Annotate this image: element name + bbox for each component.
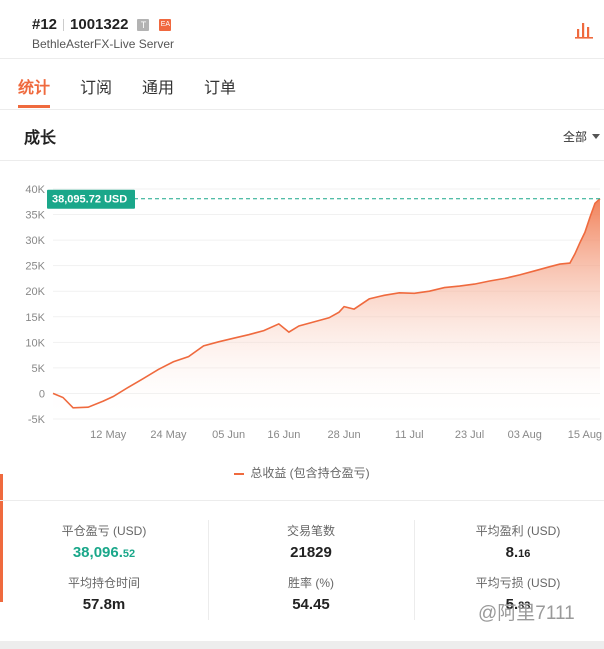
growth-chart: -5K 0 5K 10K 15K 20K 25K 30K 35K 40K 12 May 24 May… [25,184,602,441]
stat-label: 平仓盈亏 (USD) [61,524,147,538]
stat-label: 平均亏损 (USD) [475,576,561,590]
stat-value: 38,096.52 [72,544,136,561]
growth-area [53,198,600,419]
y-tick-label: -5K [28,414,46,426]
bar-chart-icon[interactable] [574,20,594,40]
stat-value: 8.16 [505,544,531,561]
range-dropdown[interactable]: 全部 [563,128,600,145]
legend-label: 总收益 (包含持仓盈亏) [250,466,370,480]
y-tick-label: 30K [25,235,45,247]
x-tick-label: 03 Aug [508,429,542,441]
x-tick-label: 24 May [150,429,187,441]
x-tick-label: 23 Jul [455,429,484,441]
stat-value: 54.45 [292,596,330,613]
account-header: #12 1001322 T EA BethleAsterFX-Live Serv… [0,0,604,59]
tab-bar: 统计 订阅 通用 订单 [0,58,604,110]
y-tick-label: 5K [32,363,46,375]
stats-divider [0,500,604,501]
left-accent-bar [0,474,3,602]
last-value-label: 38,095.72 USD [47,189,135,209]
caret-down-icon [592,134,600,139]
stat-label: 交易笔数 [286,524,335,538]
stat-label: 平均持仓时间 [67,576,140,590]
x-tick-label: 11 Jul [395,429,424,441]
range-label: 全部 [562,130,587,144]
column-divider [414,520,415,620]
x-tick-label: 05 Jun [212,429,245,441]
active-tab-indicator [18,105,50,108]
y-tick-label: 40K [25,184,45,196]
stat-avg-hold-time: 平均持仓时间 57.8m [4,574,204,613]
y-tick-label: 35K [25,210,45,222]
type-badge: T [137,18,150,31]
y-tick-label: 10K [25,337,45,349]
y-tick-label: 0 [39,388,45,400]
account-title-row: #12 1001322 T EA [32,16,172,33]
tab-general[interactable]: 通用 [142,74,174,98]
tab-subscribe[interactable]: 订阅 [80,74,112,98]
last-value-text: 38,095.72 USD [52,194,127,206]
tab-orders[interactable]: 订单 [204,74,236,98]
stat-closed-pnl: 平仓盈亏 (USD) 38,096.52 [4,522,204,561]
x-tick-label: 16 Jun [267,429,300,441]
y-tick-label: 25K [25,261,45,273]
stat-value: 21829 [290,544,332,561]
stat-label: 平均盈利 (USD) [475,524,561,538]
server-name: BethleAsterFX-Live Server [32,37,175,51]
bottom-bar [0,641,604,649]
y-tick-label: 15K [25,312,45,324]
stat-label: 胜率 (%) [288,576,334,590]
account-id: 1001322 [70,16,129,33]
stat-win-rate: 胜率 (%) 54.45 [211,574,411,613]
growth-section-header: 成长 全部 [0,110,604,161]
title-separator [63,18,65,31]
watermark: @阿里7111 [478,603,575,624]
ea-badge: EA [159,18,172,31]
tab-stats[interactable]: 统计 [18,74,50,98]
stat-value: 57.8m [82,596,126,613]
stat-avg-profit: 平均盈利 (USD) 8.16 [418,522,604,561]
x-tick-label: 28 Jun [328,429,361,441]
account-rank: #12 [32,16,58,33]
y-axis: -5K 0 5K 10K 15K 20K 25K 30K 35K 40K [25,184,45,426]
x-tick-label: 12 May [90,429,127,441]
x-axis: 12 May 24 May 05 Jun 16 Jun 28 Jun 11 Jul 23 J… [90,429,602,441]
section-title: 成长 [24,130,57,147]
column-divider [208,520,209,620]
y-tick-label: 20K [25,286,45,298]
stat-trade-count: 交易笔数 21829 [211,522,411,561]
x-tick-label: 15 Aug [568,429,602,441]
chart-legend[interactable]: 总收益 (包含持仓盈亏) [0,464,604,481]
legend-swatch [234,472,245,475]
